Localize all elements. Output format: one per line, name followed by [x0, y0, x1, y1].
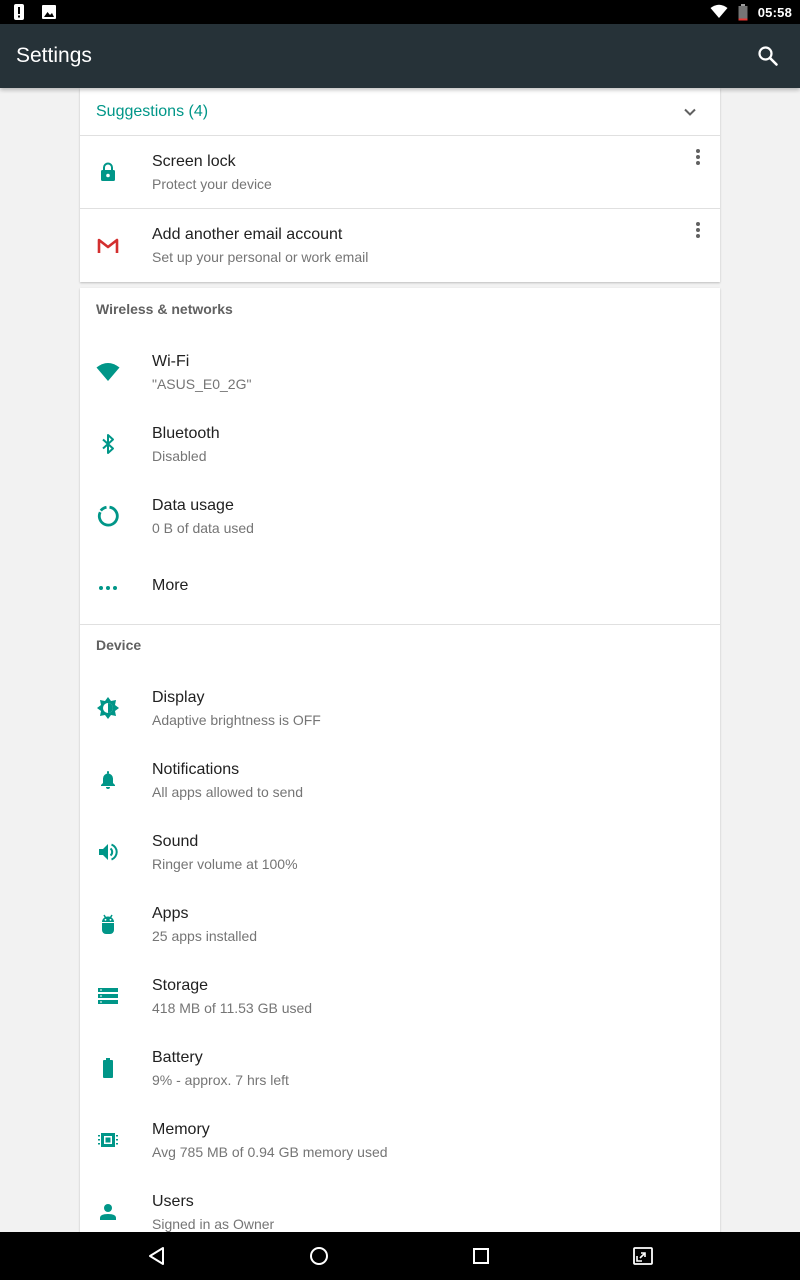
- back-icon[interactable]: [145, 1244, 169, 1268]
- settings-item-storage[interactable]: Storage 418 MB of 11.53 GB used: [80, 960, 720, 1032]
- status-bar: 05:58: [0, 0, 800, 24]
- wifi-icon: [710, 4, 728, 20]
- settings-item-title: Display: [152, 689, 205, 706]
- suggestions-card: Suggestions (4) Screen lock Protect your…: [80, 88, 720, 282]
- bell-icon: [96, 768, 120, 792]
- person-icon: [96, 1200, 120, 1224]
- suggestion-title: Add another email account: [152, 226, 343, 243]
- suggestion-add-email[interactable]: Add another email account Set up your pe…: [80, 209, 720, 282]
- suggestions-title: Suggestions (4): [96, 103, 209, 120]
- settings-content[interactable]: Suggestions (4) Screen lock Protect your…: [0, 88, 800, 1232]
- settings-item-subtitle: Disabled: [152, 448, 207, 464]
- alert-icon: [10, 3, 28, 21]
- settings-list-card: Wireless & networks Wi-Fi "ASUS_E0_2G" B…: [80, 288, 720, 1232]
- search-icon[interactable]: [756, 44, 780, 68]
- settings-item-title: More: [152, 577, 189, 594]
- suggestion-title: Screen lock: [152, 153, 236, 170]
- chevron-down-icon[interactable]: [678, 100, 702, 124]
- settings-item-subtitle: Ringer volume at 100%: [152, 856, 298, 872]
- settings-item-title: Sound: [152, 833, 199, 850]
- wifi-icon: [96, 360, 120, 384]
- memory-icon: [96, 1128, 120, 1152]
- recents-icon[interactable]: [469, 1244, 493, 1268]
- settings-item-subtitle: 9% - approx. 7 hrs left: [152, 1072, 289, 1088]
- suggestion-subtitle: Protect your device: [152, 176, 272, 192]
- settings-item-subtitle: Adaptive brightness is OFF: [152, 712, 321, 728]
- settings-item-subtitle: All apps allowed to send: [152, 784, 303, 800]
- settings-item-title: Wi-Fi: [152, 353, 190, 370]
- navigation-bar: [0, 1232, 800, 1280]
- section-header-wireless: Wireless & networks: [96, 301, 233, 317]
- settings-item-notifications[interactable]: Notifications All apps allowed to send: [80, 744, 720, 816]
- lock-icon: [96, 160, 120, 184]
- settings-item-subtitle: Signed in as Owner: [152, 1216, 275, 1232]
- storage-icon: [96, 984, 120, 1008]
- settings-item-title: Memory: [152, 1121, 210, 1138]
- settings-item-wifi[interactable]: Wi-Fi "ASUS_E0_2G": [80, 336, 720, 408]
- settings-item-display[interactable]: Display Adaptive brightness is OFF: [80, 672, 720, 744]
- data-usage-icon: [96, 504, 120, 528]
- battery-icon: [738, 3, 748, 21]
- settings-item-subtitle: 418 MB of 11.53 GB used: [152, 1000, 313, 1016]
- settings-item-title: Data usage: [152, 497, 234, 514]
- settings-item-title: Storage: [152, 977, 209, 994]
- settings-item-users[interactable]: Users Signed in as Owner: [80, 1176, 720, 1232]
- brightness-icon: [96, 696, 120, 720]
- settings-item-title: Notifications: [152, 761, 240, 778]
- bluetooth-icon: [96, 432, 120, 456]
- settings-item-subtitle: 0 B of data used: [152, 520, 254, 536]
- settings-item-title: Users: [152, 1193, 194, 1210]
- settings-item-subtitle: 25 apps installed: [152, 928, 258, 944]
- clock-text: 05:58: [757, 4, 792, 20]
- settings-item-apps[interactable]: Apps 25 apps installed: [80, 888, 720, 960]
- overflow-menu-icon[interactable]: [686, 219, 710, 243]
- settings-item-more[interactable]: More: [80, 552, 720, 624]
- suggestion-screen-lock[interactable]: Screen lock Protect your device: [80, 136, 720, 209]
- android-icon: [96, 912, 120, 936]
- app-bar: Settings: [0, 24, 800, 88]
- settings-item-title: Bluetooth: [152, 425, 220, 442]
- settings-item-data-usage[interactable]: Data usage 0 B of data used: [80, 480, 720, 552]
- settings-item-subtitle: "ASUS_E0_2G": [152, 376, 252, 392]
- more-icon: [96, 576, 120, 600]
- section-divider: [80, 624, 720, 625]
- suggestions-header[interactable]: Suggestions (4): [80, 88, 720, 136]
- volume-icon: [96, 840, 120, 864]
- battery-icon: [96, 1056, 120, 1080]
- home-icon[interactable]: [307, 1244, 331, 1268]
- page-title: Settings: [16, 44, 92, 67]
- suggestion-subtitle: Set up your personal or work email: [152, 249, 369, 265]
- section-header-device: Device: [96, 637, 142, 653]
- screenshot-icon[interactable]: [631, 1244, 655, 1268]
- settings-item-title: Battery: [152, 1049, 203, 1066]
- settings-item-title: Apps: [152, 905, 189, 922]
- settings-item-bluetooth[interactable]: Bluetooth Disabled: [80, 408, 720, 480]
- settings-item-battery[interactable]: Battery 9% - approx. 7 hrs left: [80, 1032, 720, 1104]
- settings-item-sound[interactable]: Sound Ringer volume at 100%: [80, 816, 720, 888]
- settings-item-memory[interactable]: Memory Avg 785 MB of 0.94 GB memory used: [80, 1104, 720, 1176]
- gmail-icon: [96, 234, 120, 258]
- overflow-menu-icon[interactable]: [686, 146, 710, 170]
- image-icon: [40, 3, 58, 21]
- settings-item-subtitle: Avg 785 MB of 0.94 GB memory used: [152, 1144, 388, 1160]
